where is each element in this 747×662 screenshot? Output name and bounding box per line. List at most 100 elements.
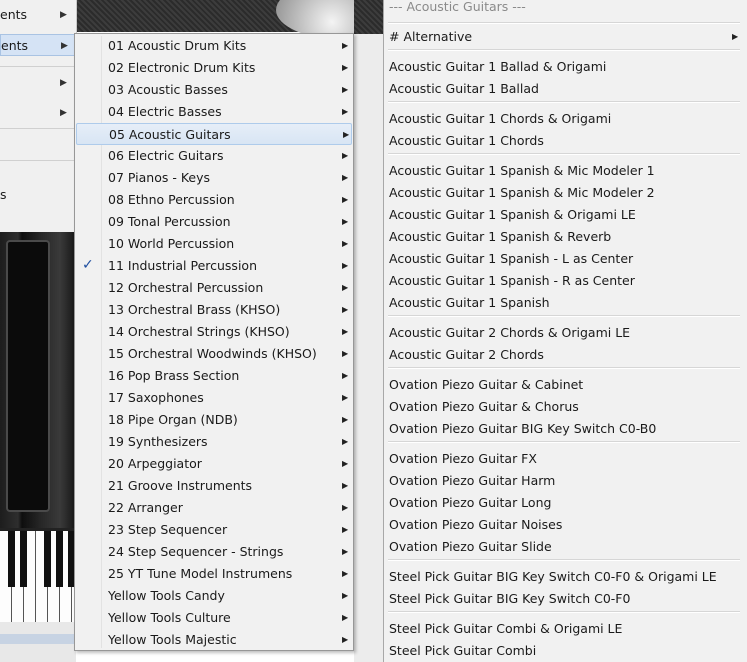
patch-menu-item[interactable]: Steel Pick Guitar Combi xyxy=(384,640,744,662)
chevron-right-icon: ▶ xyxy=(342,63,349,72)
patch-menu-item[interactable]: Acoustic Guitar 2 Chords xyxy=(384,344,744,366)
patch-menu-item-label: Ovation Piezo Guitar Slide xyxy=(389,539,552,554)
patch-menu-item-label: Acoustic Guitar 1 Spanish & Reverb xyxy=(389,229,612,244)
category-menu-item[interactable]: 23 Step Sequencer ▶ xyxy=(76,519,352,541)
chevron-right-icon: ▶ xyxy=(342,305,349,314)
category-menu-item[interactable]: 01 Acoustic Drum Kits ▶ xyxy=(76,35,352,57)
parent-menu-item[interactable]: ▶ xyxy=(0,102,76,124)
category-menu-item[interactable]: 02 Electronic Drum Kits ▶ xyxy=(76,57,352,79)
category-menu-item-label: 06 Electric Guitars xyxy=(108,148,224,163)
patch-menu-item-label: Ovation Piezo Guitar Harm xyxy=(389,473,556,488)
category-menu-item[interactable]: 25 YT Tune Model Instrumens ▶ xyxy=(76,563,352,585)
chevron-right-icon: ▶ xyxy=(60,108,67,118)
chevron-right-icon: ▶ xyxy=(342,459,349,468)
parent-menu-item[interactable]: s xyxy=(0,184,76,206)
category-menu-item[interactable]: Yellow Tools Candy ▶ xyxy=(76,585,352,607)
category-menu-item[interactable]: 14 Orchestral Strings (KHSO) ▶ xyxy=(76,321,352,343)
category-menu-item[interactable]: 19 Synthesizers ▶ xyxy=(76,431,352,453)
category-menu-item[interactable]: 12 Orchestral Percussion ▶ xyxy=(76,277,352,299)
parent-menu-item-instruments[interactable]: ents ▶ xyxy=(0,34,76,56)
patch-menu-item[interactable]: Steel Pick Guitar BIG Key Switch C0-F0 &… xyxy=(384,566,744,588)
category-menu-item[interactable]: 24 Step Sequencer - Strings ▶ xyxy=(76,541,352,563)
patch-menu-item-label: Ovation Piezo Guitar & Cabinet xyxy=(389,377,584,392)
patch-menu-item[interactable]: Acoustic Guitar 1 Ballad & Origami xyxy=(384,56,744,78)
patch-menu-item[interactable]: Ovation Piezo Guitar FX xyxy=(384,448,744,470)
chevron-right-icon: ▶ xyxy=(342,371,349,380)
patch-menu-item[interactable]: Ovation Piezo Guitar & Cabinet xyxy=(384,374,744,396)
category-menu-item-label: 24 Step Sequencer - Strings xyxy=(108,544,284,559)
category-menu-item-label: 12 Orchestral Percussion xyxy=(108,280,264,295)
patch-menu-item[interactable]: Ovation Piezo Guitar Noises xyxy=(384,514,744,536)
patch-menu-item[interactable]: Ovation Piezo Guitar Long xyxy=(384,492,744,514)
menu-separator xyxy=(0,128,76,129)
parent-menu-item[interactable]: ▶ xyxy=(0,72,76,94)
category-menu-item[interactable]: 07 Pianos - Keys ▶ xyxy=(76,167,352,189)
category-menu-item[interactable]: ✓ 11 Industrial Percussion ▶ xyxy=(76,255,352,277)
category-menu-item[interactable]: 21 Groove Instruments ▶ xyxy=(76,475,352,497)
chevron-right-icon: ▶ xyxy=(342,327,349,336)
patch-menu-item[interactable]: Ovation Piezo Guitar BIG Key Switch C0-B… xyxy=(384,418,744,440)
category-menu-item[interactable]: 06 Electric Guitars ▶ xyxy=(76,145,352,167)
patch-menu-item[interactable]: Ovation Piezo Guitar & Chorus xyxy=(384,396,744,418)
patch-menu-item-label: Acoustic Guitar 1 Ballad xyxy=(389,81,539,96)
category-menu-item[interactable]: Yellow Tools Majestic ▶ xyxy=(76,629,352,651)
category-menu-item[interactable]: 20 Arpeggiator ▶ xyxy=(76,453,352,475)
category-menu-item[interactable]: 09 Tonal Percussion ▶ xyxy=(76,211,352,233)
chevron-right-icon: ▶ xyxy=(342,195,349,204)
patch-menu-item[interactable]: Ovation Piezo Guitar Harm xyxy=(384,470,744,492)
category-menu-item[interactable]: 05 Acoustic Guitars ▶ xyxy=(76,123,352,145)
category-menu-item[interactable]: 04 Electric Basses ▶ xyxy=(76,101,352,123)
category-menu-item[interactable]: 08 Ethno Percussion ▶ xyxy=(76,189,352,211)
acoustic-guitars-patch-menu: --- Acoustic Guitars --- # Alternative ▶… xyxy=(383,0,747,662)
chevron-right-icon: ▶ xyxy=(342,525,349,534)
patch-menu-item-label: Acoustic Guitar 1 Chords & Origami xyxy=(389,111,612,126)
patch-menu-item[interactable]: Acoustic Guitar 1 Spanish - R as Center xyxy=(384,270,744,292)
category-menu-item[interactable]: Yellow Tools Culture ▶ xyxy=(76,607,352,629)
plugin-header-graphic xyxy=(354,0,383,34)
patch-menu-item-label: Steel Pick Guitar Combi & Origami LE xyxy=(389,621,623,636)
category-menu-item[interactable]: 10 World Percussion ▶ xyxy=(76,233,352,255)
category-menu-item-label: 15 Orchestral Woodwinds (KHSO) xyxy=(108,346,317,361)
patch-menu-item-label: Acoustic Guitar 1 Spanish & Origami LE xyxy=(389,207,636,222)
category-menu-item-label: 05 Acoustic Guitars xyxy=(109,127,231,142)
chevron-right-icon: ▶ xyxy=(342,85,349,94)
patch-menu-item[interactable]: Steel Pick Guitar BIG Key Switch C0-F0 xyxy=(384,588,744,610)
category-menu-item-label: 07 Pianos - Keys xyxy=(108,170,210,185)
chevron-right-icon: ▶ xyxy=(61,41,68,51)
category-menu-item-label: 08 Ethno Percussion xyxy=(108,192,235,207)
patch-menu-item[interactable]: Acoustic Guitar 1 Spanish - L as Center xyxy=(384,248,744,270)
category-menu-item[interactable]: 15 Orchestral Woodwinds (KHSO) ▶ xyxy=(76,343,352,365)
category-menu-item[interactable]: 16 Pop Brass Section ▶ xyxy=(76,365,352,387)
patch-menu-item[interactable]: Acoustic Guitar 1 Spanish & Origami LE xyxy=(384,204,744,226)
patch-menu-item[interactable]: Acoustic Guitar 1 Chords & Origami xyxy=(384,108,744,130)
chevron-right-icon: ▶ xyxy=(342,217,349,226)
patch-menu-item[interactable]: Acoustic Guitar 1 Ballad xyxy=(384,78,744,100)
menu-separator xyxy=(388,153,740,155)
category-menu-item-label: 01 Acoustic Drum Kits xyxy=(108,38,247,53)
patch-menu-item[interactable]: Acoustic Guitar 1 Spanish & Mic Modeler … xyxy=(384,182,744,204)
patch-menu-item[interactable]: Ovation Piezo Guitar Slide xyxy=(384,536,744,558)
category-menu-item[interactable]: 18 Pipe Organ (NDB) ▶ xyxy=(76,409,352,431)
patch-menu-item[interactable]: Acoustic Guitar 1 Spanish xyxy=(384,292,744,314)
patch-menu-item[interactable]: Steel Pick Guitar Combi & Origami LE xyxy=(384,618,744,640)
category-menu-item[interactable]: 03 Acoustic Basses ▶ xyxy=(76,79,352,101)
chevron-right-icon: ▶ xyxy=(342,107,349,116)
patch-menu-item[interactable]: Acoustic Guitar 1 Spanish & Reverb xyxy=(384,226,744,248)
patch-menu-item[interactable]: Acoustic Guitar 1 Chords xyxy=(384,130,744,152)
piano-keyboard[interactable] xyxy=(0,528,76,625)
menu-item-alternative[interactable]: # Alternative ▶ xyxy=(384,26,744,48)
instrument-category-menu: 01 Acoustic Drum Kits ▶ 02 Electronic Drum… xyxy=(74,33,354,651)
category-menu-item[interactable]: 22 Arranger ▶ xyxy=(76,497,352,519)
category-menu-item-label: 14 Orchestral Strings (KHSO) xyxy=(108,324,290,339)
category-menu-item[interactable]: 13 Orchestral Brass (KHSO) ▶ xyxy=(76,299,352,321)
chevron-right-icon: ▶ xyxy=(342,415,349,424)
category-menu-item[interactable]: 17 Saxophones ▶ xyxy=(76,387,352,409)
patch-menu-item-label: Steel Pick Guitar Combi xyxy=(389,643,537,658)
patch-menu-item[interactable]: Acoustic Guitar 1 Spanish & Mic Modeler … xyxy=(384,160,744,182)
chevron-right-icon: ▶ xyxy=(342,239,349,248)
parent-menu-item[interactable]: ents ▶ xyxy=(0,4,76,26)
patch-menu-item-label: Ovation Piezo Guitar & Chorus xyxy=(389,399,579,414)
chevron-right-icon: ▶ xyxy=(342,503,349,512)
patch-menu-item[interactable]: Acoustic Guitar 2 Chords & Origami LE xyxy=(384,322,744,344)
chevron-right-icon: ▶ xyxy=(60,10,67,20)
